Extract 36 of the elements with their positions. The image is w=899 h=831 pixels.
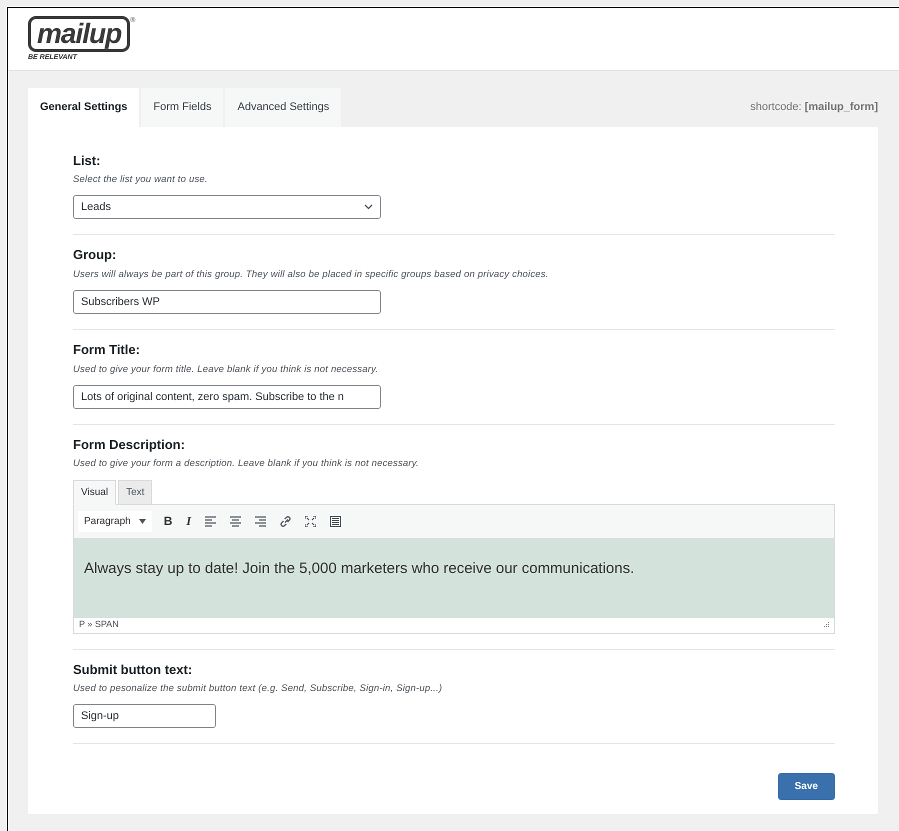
field-description: Users will always be part of this group. They will also be placed in specific groups based on privacy choices. — [73, 268, 550, 282]
align-center-icon — [230, 516, 242, 528]
align-left-icon — [205, 516, 216, 528]
fullscreen-icon — [305, 516, 316, 528]
shortcode-text: shortcode: [mailup_form] — [750, 100, 878, 115]
field-label: List: — [73, 152, 102, 170]
link-icon — [280, 516, 292, 528]
italic-button[interactable]: I — [184, 512, 194, 530]
chevron-down-icon — [364, 204, 373, 210]
field-label: Group: — [73, 246, 118, 264]
field-description: Used to pesonalize the submit button text (e.g. Send, Subscribe, Sign-in, Sign-up...) — [73, 682, 444, 696]
text-input[interactable]: Subscribers WP — [73, 290, 381, 314]
editor-tab[interactable]: Visual — [73, 480, 116, 504]
align-right-icon — [255, 516, 266, 528]
field-description: Used to give your form a description. Leave blank if you think is not necessary. — [73, 457, 420, 472]
text-input[interactable]: Lots of original content, zero spam. Subscribe to the n — [73, 384, 381, 409]
caret-icon — [138, 518, 146, 524]
text-input[interactable]: Sign-up — [73, 704, 216, 728]
editor-tab[interactable]: Text — [118, 480, 152, 504]
save-button[interactable]: Save — [778, 773, 835, 800]
editor-content[interactable]: Always stay up to date! Join the 5,000 marketers who receive our communications. — [74, 538, 834, 618]
field-description: Used to give your form title. Leave blank if you think is not necessary. — [73, 362, 380, 376]
field-label: Form Title: — [73, 341, 141, 359]
keyboard-icon — [330, 516, 342, 528]
field-description: Select the list you want to use. — [73, 173, 209, 187]
select-value: Leads — [81, 200, 111, 215]
field-label: Submit button text: — [73, 660, 194, 678]
bold-button[interactable]: B — [162, 512, 174, 530]
format-dropdown[interactable]: Paragraph — [78, 510, 152, 532]
settings-tab[interactable]: General Settings — [28, 88, 140, 126]
field-label: Form Description: — [73, 436, 186, 454]
element-path: P » SPAN — [79, 618, 119, 632]
list-select[interactable]: Leads — [73, 195, 381, 220]
logo-wordmark: mailup — [28, 16, 130, 52]
settings-tab[interactable]: Advanced Settings — [225, 88, 342, 126]
settings-tab[interactable]: Form Fields — [141, 88, 224, 126]
